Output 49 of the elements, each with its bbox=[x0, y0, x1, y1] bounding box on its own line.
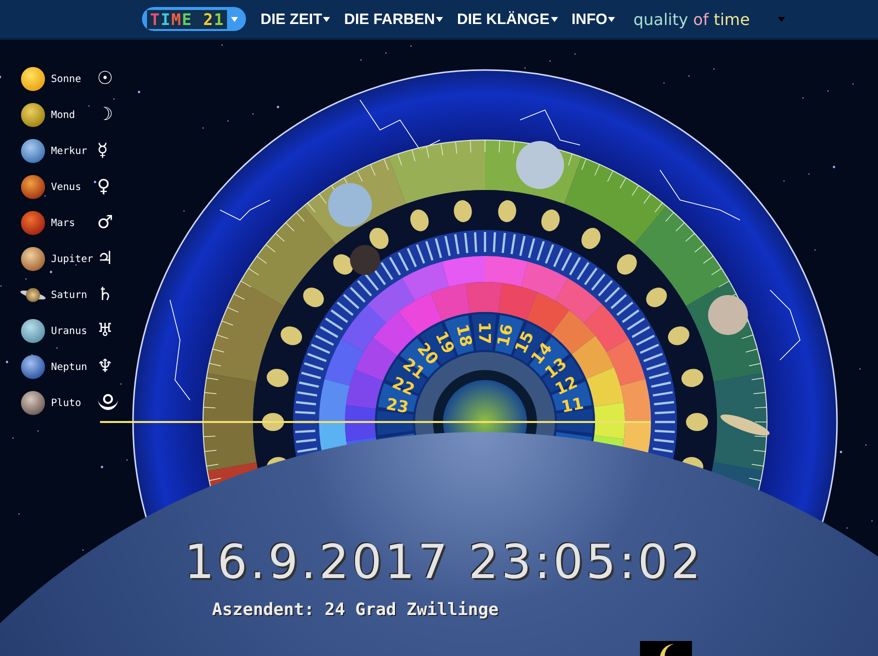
planet-symbol: ♆ bbox=[97, 358, 114, 376]
nav-menu-item[interactable]: DIE KLÄNGE bbox=[457, 10, 558, 28]
planet-name: Saturn bbox=[51, 290, 88, 300]
ascendant-text: Aszendent: 24 Grad Zwillinge bbox=[212, 600, 500, 620]
planet-name: Mond bbox=[51, 110, 76, 120]
planet-name: Venus bbox=[51, 182, 82, 192]
planet-icon bbox=[21, 67, 45, 91]
hour-number: 23 bbox=[384, 394, 410, 418]
date-time: 16.9.2017 23:05:02 bbox=[184, 535, 704, 590]
planet-name: Jupiter bbox=[51, 254, 94, 264]
planet-symbol: ☿ bbox=[97, 142, 108, 160]
planet-symbol: ♃ bbox=[97, 250, 114, 268]
planet-icon bbox=[21, 391, 45, 415]
nav-menu-item[interactable]: DIE ZEIT bbox=[260, 10, 330, 28]
caret-icon bbox=[231, 16, 238, 22]
planet-icon bbox=[21, 139, 45, 163]
planet-name: Uranus bbox=[51, 326, 88, 336]
hour-number: 11 bbox=[560, 394, 586, 416]
planet-symbol: ♂ bbox=[97, 214, 114, 232]
planet-symbol: ♄ bbox=[97, 286, 114, 304]
planet-name: Sonne bbox=[51, 74, 82, 84]
planet-icon bbox=[21, 247, 45, 271]
planet-symbol: ☉ bbox=[97, 70, 114, 88]
planet-symbol: ☽ bbox=[97, 106, 114, 124]
hour-number: 17 bbox=[475, 322, 494, 344]
logo-button[interactable]: TIME 21 bbox=[142, 7, 246, 31]
hour-number: 18 bbox=[452, 322, 476, 348]
pluto-symbol-icon bbox=[97, 394, 119, 412]
planet-symbol: ♀ bbox=[97, 178, 110, 196]
caret-icon bbox=[323, 16, 330, 22]
planet-name: Neptun bbox=[51, 362, 88, 372]
planet-name: Mars bbox=[51, 218, 76, 228]
planet-icon bbox=[21, 103, 45, 127]
planet-icon bbox=[21, 211, 45, 235]
ringed-planet-icon bbox=[20, 287, 46, 303]
nav-menu-item[interactable]: INFO bbox=[572, 10, 616, 28]
planet-name: Pluto bbox=[51, 398, 82, 408]
caret-icon bbox=[436, 16, 443, 22]
planet-symbol: ♅ bbox=[97, 322, 114, 340]
planet-icon bbox=[21, 355, 45, 379]
tagline: quality of time bbox=[633, 10, 750, 28]
caret-icon bbox=[550, 16, 558, 22]
planet-icon bbox=[21, 175, 45, 199]
planet-name: Merkur bbox=[51, 146, 88, 156]
caret-icon bbox=[608, 16, 616, 22]
caret-icon[interactable] bbox=[778, 16, 785, 22]
nav-menu-item[interactable]: DIE FARBEN bbox=[344, 10, 443, 28]
moon-thumbnail bbox=[640, 641, 692, 656]
planet-icon bbox=[21, 319, 45, 343]
